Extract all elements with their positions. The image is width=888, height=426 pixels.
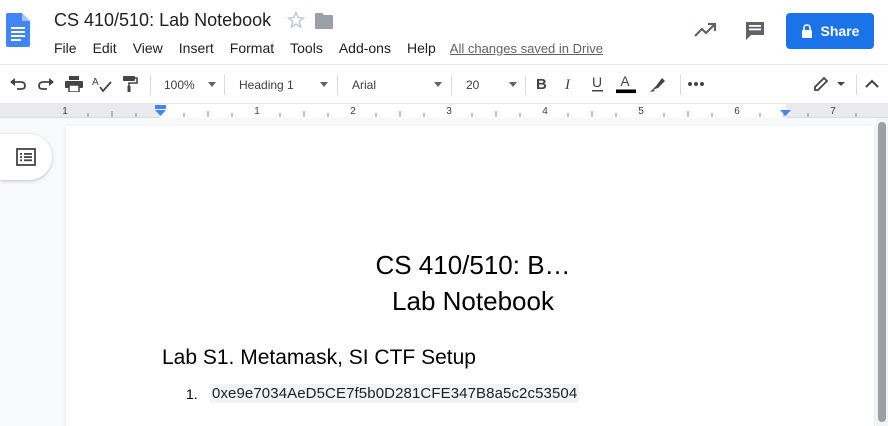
svg-text:A: A [621,74,631,89]
ruler-mark: 1 [62,106,68,117]
saved-status-link[interactable]: All changes saved in Drive [450,41,603,56]
menu-help[interactable]: Help [399,40,444,56]
zoom-value: 100% [164,78,195,92]
list-item-text[interactable]: 0xe9e7034AeD5CE7f5b0D281CFE347B8a5c2c535… [210,384,580,403]
ruler-mark: 5 [638,106,644,117]
svg-text:I: I [564,77,571,92]
svg-text:A: A [92,77,99,88]
more-options-icon[interactable] [686,74,706,94]
menu-view[interactable]: View [125,40,171,56]
toolbar-divider [150,75,151,95]
zoom-select[interactable]: 100% [164,75,216,95]
editing-mode-button[interactable] [812,74,848,94]
ruler-mark: 4 [542,106,548,117]
document-page[interactable]: CS 410/510: B… Lab Notebook Lab S1. Meta… [66,126,874,426]
document-canvas: CS 410/510: B… Lab Notebook Lab S1. Meta… [0,118,888,426]
paint-format-icon[interactable] [120,74,140,94]
chevron-down-icon [320,82,328,87]
document-title-line-2[interactable]: Lab Notebook [66,286,880,317]
font-size-select[interactable]: 20 [466,75,517,95]
share-label: Share [820,23,860,39]
section-heading[interactable]: Lab S1. Metamask, SI CTF Setup [162,346,476,370]
menu-tools[interactable]: Tools [282,40,331,56]
font-size-value: 20 [466,78,480,92]
toolbar-divider [337,75,338,95]
highlight-icon[interactable] [648,74,668,94]
text-color-icon[interactable]: A [616,72,636,96]
document-title[interactable]: CS 410/510: Lab Notebook [54,10,271,31]
print-icon[interactable] [64,74,84,94]
toolbar-divider [856,75,857,95]
menu-addons[interactable]: Add-ons [331,40,399,56]
spellcheck-icon[interactable]: A [92,74,112,94]
redo-icon[interactable] [36,74,56,94]
document-title-line-1[interactable]: CS 410/510: B… [66,250,880,281]
lock-icon [801,24,812,38]
toolbar: A 100% Heading 1 Arial 20 B I U A [0,64,888,104]
star-icon[interactable] [286,10,306,30]
document-outline-button[interactable] [0,134,52,180]
italic-icon[interactable]: I [560,74,580,94]
outline-list-icon [16,148,36,166]
ruler-mark: 7 [830,106,836,117]
menu-bar: File Edit View Insert Format Tools Add-o… [46,38,603,58]
menu-format[interactable]: Format [222,40,282,56]
paragraph-style-value: Heading 1 [239,78,294,92]
collapse-toolbar-icon[interactable] [862,74,882,94]
ruler-mark: 6 [734,106,740,117]
folder-icon[interactable] [314,12,334,30]
chevron-down-icon [208,82,216,87]
ruler-scale: 1 1 2 3 4 5 6 7 [62,104,857,118]
paragraph-style-select[interactable]: Heading 1 [239,75,328,95]
ruler-mark: 3 [446,106,452,117]
ruler-mark: 2 [350,106,356,117]
underline-icon[interactable]: U [588,74,608,94]
ruler[interactable]: 1 1 2 3 4 5 6 7 [0,104,888,118]
font-value: Arial [352,78,377,92]
font-select[interactable]: Arial [352,75,442,95]
docs-app: CS 410/510: Lab Notebook File Edit View … [0,0,888,426]
ruler-mark: 1 [254,106,260,117]
menu-edit[interactable]: Edit [85,40,125,56]
undo-icon[interactable] [8,74,28,94]
activity-trend-icon[interactable] [694,20,716,40]
chevron-down-icon [509,82,517,87]
pencil-icon [814,76,845,91]
bold-icon[interactable]: B [532,74,552,94]
toolbar-divider [525,75,526,95]
toolbar-divider [224,75,225,95]
vertical-scrollbar[interactable] [876,118,888,426]
list-item-number: 1. [186,386,198,402]
toolbar-divider [680,75,681,95]
docs-logo-icon[interactable] [6,12,30,48]
svg-text:U: U [592,75,602,90]
share-button[interactable]: Share [786,13,874,49]
menu-file[interactable]: File [46,40,85,56]
scrollbar-thumb[interactable] [878,122,886,422]
header: CS 410/510: Lab Notebook File Edit View … [0,0,888,64]
chevron-down-icon [434,82,442,87]
menu-insert[interactable]: Insert [171,40,222,56]
svg-text:B: B [536,76,547,92]
toolbar-divider [451,75,452,95]
comment-icon[interactable] [744,20,766,42]
